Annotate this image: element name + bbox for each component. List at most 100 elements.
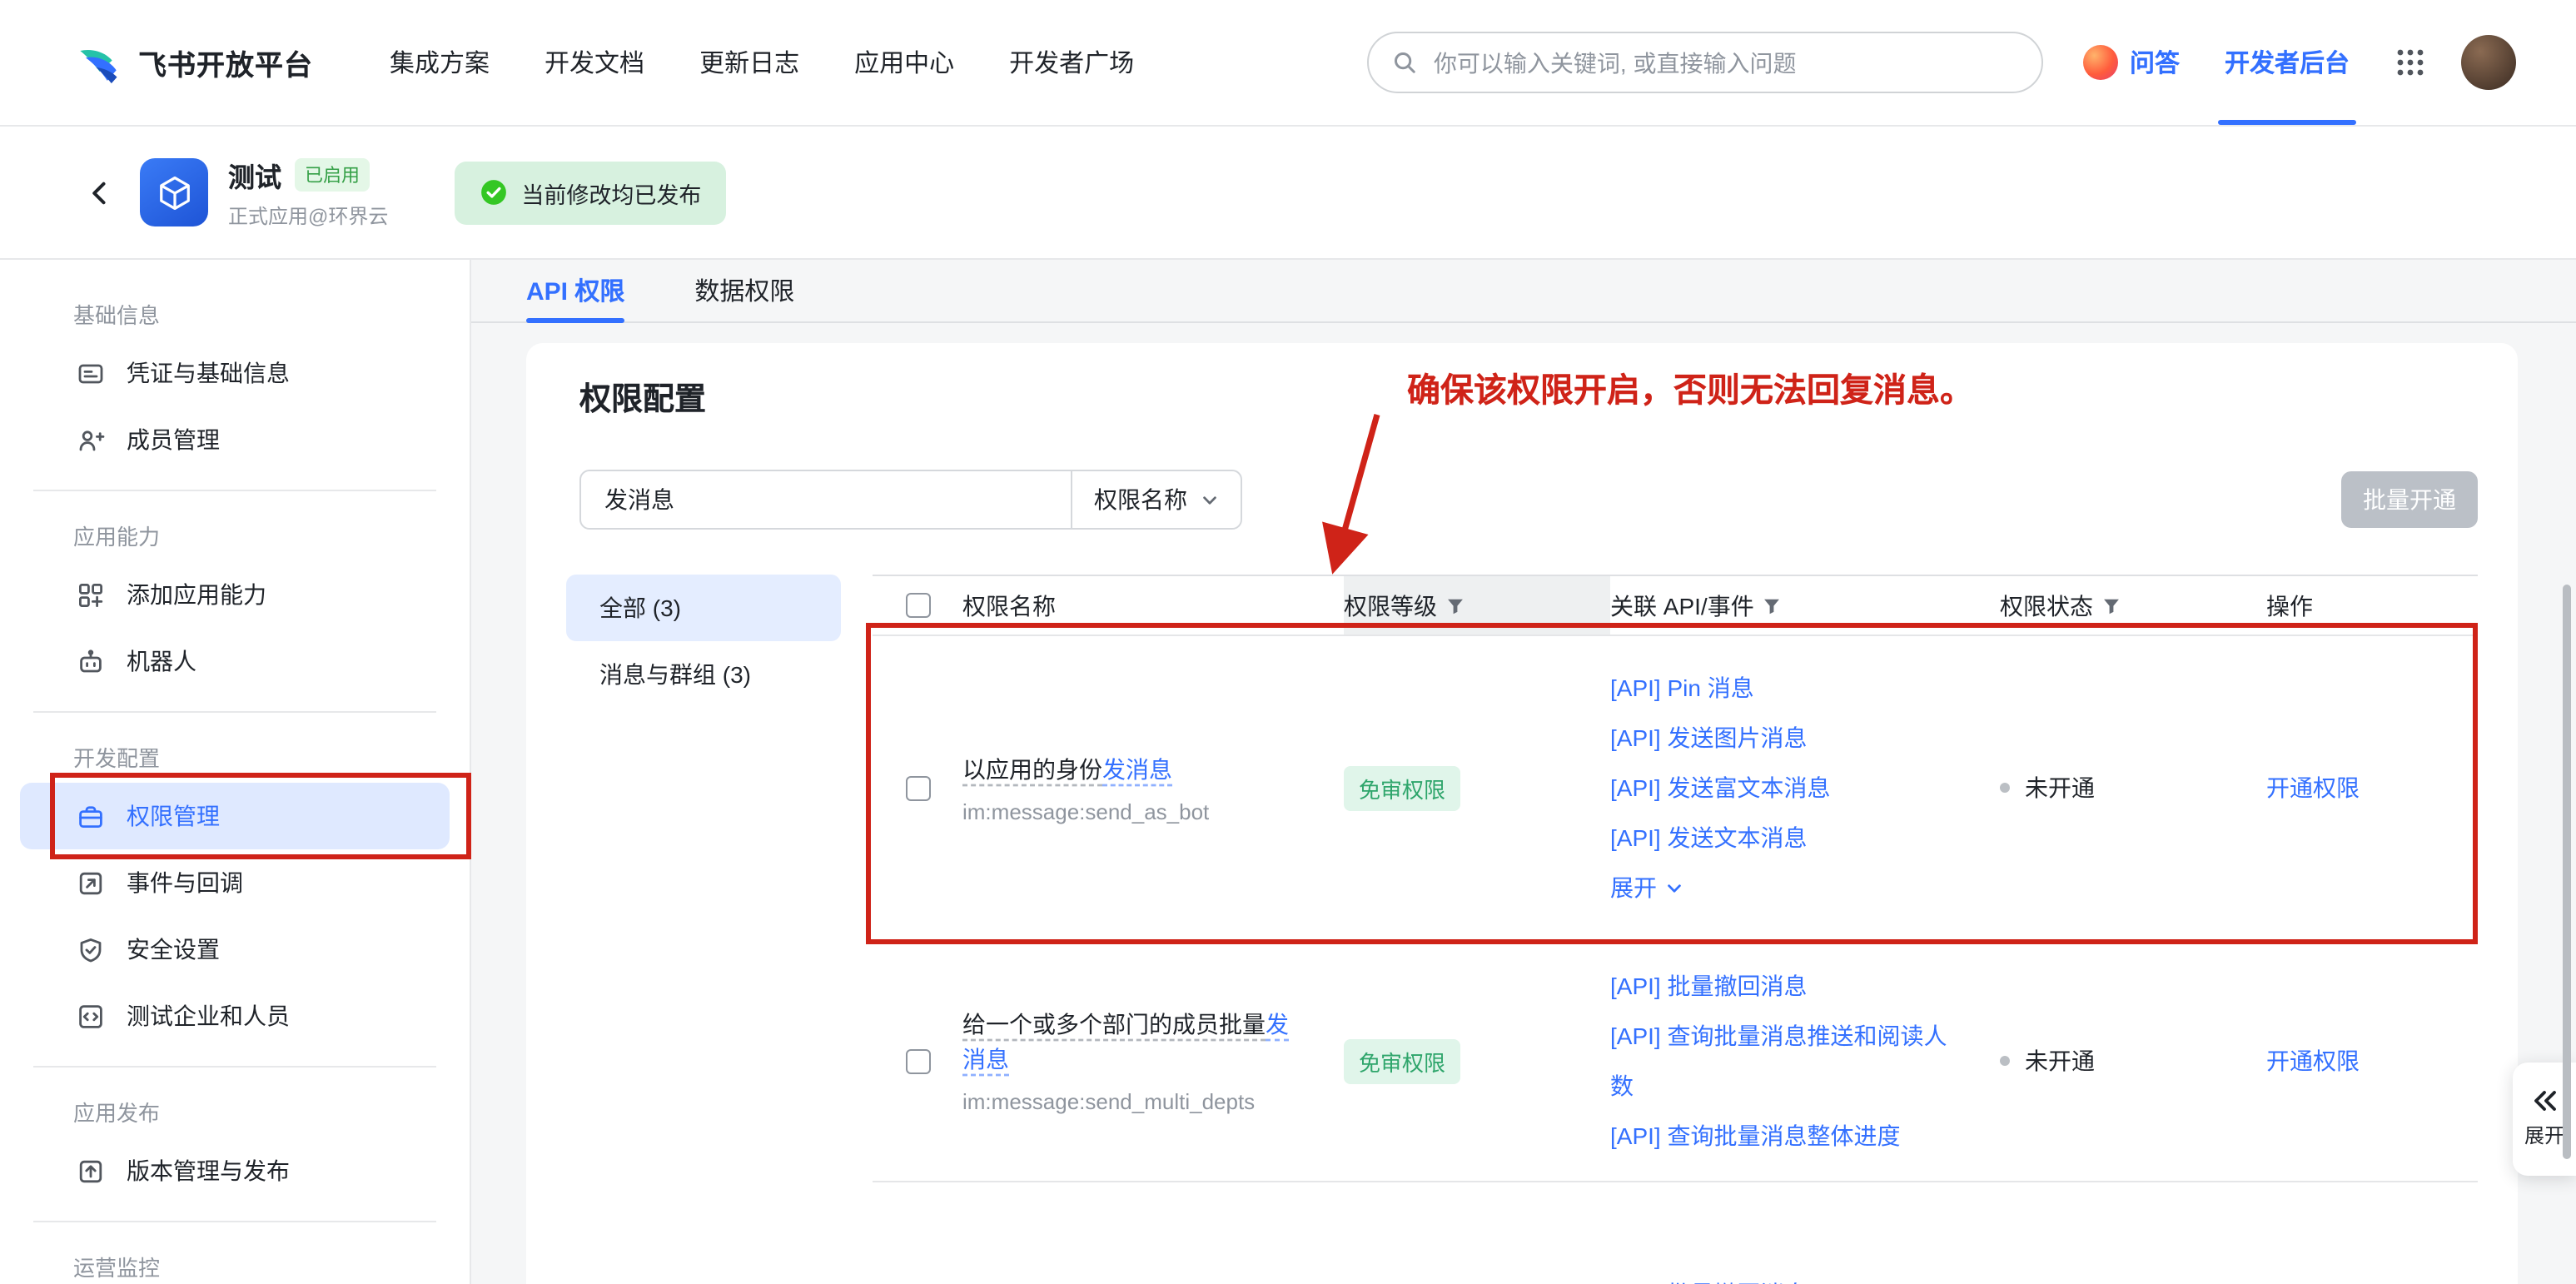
col-header-name: 权限名称 [962, 576, 1344, 635]
code-brackets-icon [77, 1002, 105, 1030]
api-link[interactable]: [API] 批量撤回消息 [1610, 1269, 1807, 1284]
nav-item-docs[interactable]: 开发文档 [545, 45, 644, 80]
sidebar-item-bot[interactable]: 机器人 [0, 628, 450, 694]
developer-console-link[interactable]: 开发者后台 [2225, 0, 2350, 125]
brand-title: 飞书开放平台 [138, 42, 313, 83]
sidebar-section-capabilities: 应用能力 [0, 508, 470, 561]
category-filter: 全部 (3) 消息与群组 (3) [566, 575, 873, 1284]
nav-item-marketplace[interactable]: 开发者广场 [1009, 45, 1134, 80]
app-name: 测试 [228, 155, 281, 195]
sidebar-item-label: 凭证与基础信息 [127, 356, 290, 390]
permission-search-input[interactable] [581, 486, 1071, 513]
api-link[interactable]: [API] 发送文本消息 [1610, 813, 1807, 863]
sidebar-item-label: 权限管理 [127, 799, 220, 833]
feishu-brand[interactable]: 飞书开放平台 [73, 37, 313, 87]
qa-link[interactable]: 问答 [2083, 45, 2180, 80]
sidebar-item-add-capability[interactable]: 添加应用能力 [0, 561, 450, 628]
events-callback-icon [77, 868, 105, 897]
status-text: 未开通 [2025, 1044, 2095, 1077]
nav-item-integrations[interactable]: 集成方案 [390, 45, 490, 80]
permission-tabs: API 权限 数据权限 [471, 260, 2576, 323]
sidebar-item-label: 安全设置 [127, 933, 220, 966]
sidebar-divider [33, 1066, 436, 1068]
sidebar-section-basic-info: 基础信息 [0, 286, 470, 340]
col-header-status[interactable]: 权限状态 [2000, 576, 2266, 635]
credential-icon [77, 359, 105, 387]
row-checkbox[interactable] [905, 1048, 930, 1073]
permission-config-card: 权限配置 权限名称 批量开通 全部 (3) 消息与群组 (3) [526, 343, 2518, 1284]
search-type-dropdown[interactable]: 权限名称 [1071, 471, 1241, 528]
select-all-checkbox[interactable] [905, 593, 930, 618]
api-link[interactable]: [API] 发送富文本消息 [1610, 763, 1830, 813]
primary-nav: 集成方案 开发文档 更新日志 应用中心 开发者广场 [390, 0, 1134, 125]
sidebar-item-security[interactable]: 安全设置 [0, 916, 450, 983]
col-header-api[interactable]: 关联 API/事件 [1610, 576, 2000, 635]
version-release-icon [77, 1157, 105, 1185]
filter-funnel-icon [1763, 595, 1783, 615]
sidebar-item-members[interactable]: 成员管理 [0, 406, 450, 473]
publish-status-text: 当前修改均已发布 [521, 176, 701, 209]
nav-item-changelog[interactable]: 更新日志 [699, 45, 799, 80]
global-search-box[interactable] [1367, 32, 2043, 93]
filter-funnel-icon [1445, 595, 1465, 615]
double-chevron-left-icon [2530, 1089, 2559, 1112]
batch-enable-button[interactable]: 批量开通 [2341, 471, 2478, 528]
nav-item-app-center[interactable]: 应用中心 [854, 45, 954, 80]
sidebar-item-label: 机器人 [127, 644, 196, 678]
filter-message-group[interactable]: 消息与群组 (3) [566, 641, 841, 708]
tab-data-permission[interactable]: 数据权限 [694, 260, 794, 321]
tab-api-permission[interactable]: API 权限 [526, 260, 624, 321]
status-dot [2000, 783, 2010, 793]
check-circle-icon [480, 178, 508, 207]
search-type-label: 权限名称 [1094, 483, 1187, 516]
table-header-row: 权限名称 权限等级 关联 API/事件 权限状态 [873, 575, 2478, 636]
permission-name-link[interactable]: 以应用的身份发消息 [962, 752, 1172, 787]
enable-permission-link[interactable]: 开通权限 [2266, 771, 2360, 804]
permission-name-link[interactable]: 给一个或多个部门的成员批量发消息 [962, 1008, 1300, 1077]
api-link[interactable]: [API] 查询批量消息推送和阅读人数 [1610, 1011, 1960, 1111]
api-link[interactable]: [API] Pin 消息 [1610, 663, 1754, 713]
sidebar-item-label: 成员管理 [127, 423, 220, 456]
level-badge: 免审权限 [1344, 1038, 1460, 1083]
sidebar-item-credentials[interactable]: 凭证与基础信息 [0, 340, 450, 406]
sidebar-divider [33, 711, 436, 713]
status-text: 未开通 [2025, 771, 2095, 804]
api-link[interactable]: [API] 发送图片消息 [1610, 713, 1807, 763]
sidebar-item-events[interactable]: 事件与回调 [0, 849, 450, 916]
vertical-scrollbar[interactable] [2563, 585, 2571, 1159]
shield-icon [77, 935, 105, 963]
api-link[interactable]: [API] 批量撤回消息 [1610, 961, 1807, 1011]
sidebar-item-version[interactable]: 版本管理与发布 [0, 1137, 450, 1204]
sidebar-item-label: 添加应用能力 [127, 578, 266, 611]
sidebar-item-permissions[interactable]: 权限管理 [20, 783, 450, 849]
apps-grid-icon[interactable] [2396, 48, 2424, 77]
permission-code: im:message:send_as_bot [962, 799, 1209, 824]
expand-apis-link[interactable]: 展开 [1610, 863, 1683, 913]
feishu-open-platform-page: 飞书开放平台 集成方案 开发文档 更新日志 应用中心 开发者广场 问答 开发者后… [0, 0, 2576, 1284]
user-avatar[interactable] [2461, 35, 2516, 90]
global-search-input[interactable] [1430, 47, 2018, 77]
sidebar-item-test-org[interactable]: 测试企业和人员 [0, 983, 450, 1049]
app-subtitle: 正式应用@环界云 [228, 202, 388, 230]
sidebar-section-dev-config: 开发配置 [0, 729, 470, 783]
members-icon [77, 426, 105, 454]
search-icon [1392, 50, 1417, 75]
col-header-level[interactable]: 权限等级 [1344, 576, 1610, 635]
page-title: 权限配置 [526, 380, 2518, 423]
app-subheader: 测试 已启用 正式应用@环界云 当前修改均已发布 [0, 127, 2576, 260]
api-link[interactable]: [API] 查询批量消息整体进度 [1610, 1111, 1900, 1161]
publish-status-pill: 当前修改均已发布 [455, 161, 726, 224]
filter-all[interactable]: 全部 (3) [566, 575, 841, 641]
chevron-down-icon [1201, 490, 1219, 509]
cube-icon [152, 171, 196, 214]
back-button[interactable] [80, 172, 120, 212]
chevron-down-icon [1665, 878, 1683, 897]
bot-icon [77, 647, 105, 675]
top-navbar: 飞书开放平台 集成方案 开发文档 更新日志 应用中心 开发者广场 问答 开发者后… [0, 0, 2576, 127]
feishu-logo-icon [73, 37, 123, 87]
enable-permission-link[interactable]: 开通权限 [2266, 1044, 2360, 1077]
add-capability-icon [77, 580, 105, 609]
row-checkbox[interactable] [905, 775, 930, 800]
permission-row-send-as-bot: 以应用的身份发消息 im:message:send_as_bot 免审权限 [A… [873, 636, 2478, 941]
sidebar-divider [33, 490, 436, 491]
